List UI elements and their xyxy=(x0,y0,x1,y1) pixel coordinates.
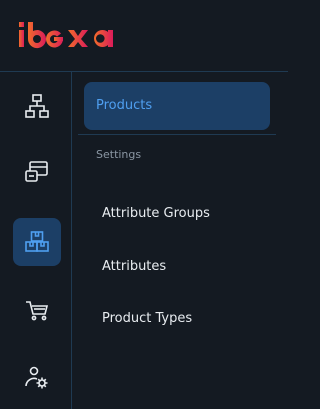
rail-item-admin[interactable] xyxy=(13,354,61,402)
nav-item-product-types[interactable]: Product Types xyxy=(102,311,192,326)
section-label-settings: Settings xyxy=(96,148,142,161)
rail-item-content-structure[interactable] xyxy=(13,82,61,130)
nav-item-attributes[interactable]: Attributes xyxy=(102,259,166,274)
main-nav-rail xyxy=(0,72,72,409)
rail-item-commerce[interactable] xyxy=(13,286,61,334)
nav-item-attribute-groups[interactable]: Attribute Groups xyxy=(102,206,210,221)
product-boxes-icon xyxy=(24,229,50,255)
secondary-nav-panel: Products Settings Attribute Groups Attri… xyxy=(72,72,288,409)
ibexa-logo[interactable] xyxy=(18,20,130,52)
nav-item-products[interactable]: Products xyxy=(84,82,270,130)
cart-icon xyxy=(24,297,50,323)
user-settings-icon xyxy=(24,365,50,391)
rail-item-product-catalog[interactable] xyxy=(13,218,61,266)
sitemap-icon xyxy=(24,93,50,119)
rail-item-content[interactable] xyxy=(13,148,61,196)
content-icon xyxy=(24,159,50,185)
divider xyxy=(78,134,276,135)
top-header xyxy=(0,0,288,72)
